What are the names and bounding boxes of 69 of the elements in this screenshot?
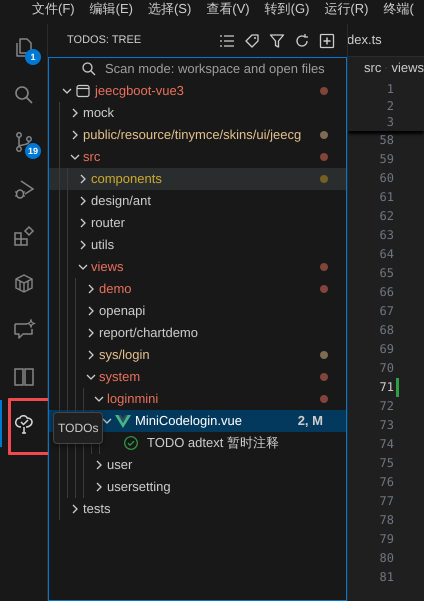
menu-item[interactable]: 选择(S) xyxy=(148,0,192,18)
vue-icon xyxy=(115,414,131,428)
line-number: 75 xyxy=(378,455,394,472)
tag-icon[interactable] xyxy=(244,32,260,48)
line-number: 72 xyxy=(378,398,394,415)
tree-item[interactable]: utils xyxy=(49,234,346,256)
scan-mode-text: Scan mode: workspace and open files xyxy=(105,60,325,78)
menu-item[interactable]: 编辑(E) xyxy=(90,0,133,18)
tree-item[interactable]: system xyxy=(49,366,346,388)
tree-item[interactable]: user xyxy=(49,454,346,476)
line-number: 81 xyxy=(378,569,394,586)
line-number: 76 xyxy=(378,474,394,491)
tree-item[interactable]: report/chartdemo xyxy=(49,322,346,344)
line-number: 66 xyxy=(378,284,394,301)
extensions-icon[interactable] xyxy=(12,224,36,248)
menu-item[interactable]: 查看(V) xyxy=(206,0,250,18)
window-icon xyxy=(75,83,91,99)
tree-item[interactable]: design/ant xyxy=(49,190,346,212)
tree-item[interactable]: public/resource/tinymce/skins/ui/jeecg xyxy=(49,124,346,146)
tree-item[interactable]: jeecgboot-vue3 xyxy=(49,80,346,102)
line-number: 63 xyxy=(378,227,394,244)
breadcrumb-item[interactable]: src xyxy=(364,58,382,78)
line-number: 79 xyxy=(378,531,394,548)
tree-item[interactable]: mock xyxy=(49,102,346,124)
tooltip: TODOs xyxy=(53,412,104,444)
line-number: 73 xyxy=(378,417,394,434)
tree-item[interactable]: components xyxy=(49,168,346,190)
menu-item[interactable]: 转到(G) xyxy=(264,0,310,18)
menu-item[interactable]: 运行(R) xyxy=(324,0,368,18)
line-number: 58 xyxy=(378,132,394,149)
line-number: 68 xyxy=(378,322,394,339)
line-number: 70 xyxy=(378,360,394,377)
line-number: 60 xyxy=(378,170,394,187)
tree-item[interactable]: tests xyxy=(49,498,346,520)
tree-item[interactable]: demo xyxy=(49,278,346,300)
line-number: 62 xyxy=(378,208,394,225)
tree-item[interactable]: usersetting xyxy=(49,476,346,498)
line-number: 77 xyxy=(378,493,394,510)
menu-item[interactable]: 文件(F) xyxy=(32,0,75,18)
line-number: 71 xyxy=(378,379,394,396)
check-circle-icon xyxy=(123,435,139,451)
line-number: 67 xyxy=(378,303,394,320)
line-number: 59 xyxy=(378,151,394,168)
line-number: 65 xyxy=(378,265,394,282)
search-icon xyxy=(81,61,97,77)
line-number: 2 xyxy=(386,98,394,115)
tree-item[interactable]: sys/login xyxy=(49,344,346,366)
tree-item[interactable]: openapi xyxy=(49,300,346,322)
line-number: 80 xyxy=(378,550,394,567)
add-icon[interactable] xyxy=(319,32,335,48)
tree-item[interactable]: views xyxy=(49,256,346,278)
line-number: 69 xyxy=(378,341,394,358)
panel-title: TODOS: TREE xyxy=(67,33,142,48)
refresh-icon[interactable] xyxy=(294,32,310,48)
list-icon[interactable] xyxy=(219,32,235,48)
menu-item[interactable]: 终端( xyxy=(383,0,414,18)
status-label: 2, M xyxy=(298,412,323,430)
line-number: 1 xyxy=(386,81,394,98)
count-badge: 1 xyxy=(25,49,41,65)
count-badge: 19 xyxy=(25,143,42,159)
breadcrumb-item[interactable]: views xyxy=(391,58,424,78)
line-number: 74 xyxy=(378,436,394,453)
line-number: 78 xyxy=(378,512,394,529)
line-number: 64 xyxy=(378,246,394,263)
tree-item[interactable]: router xyxy=(49,212,346,234)
line-number: 3 xyxy=(386,114,394,132)
chat-sparkle-icon[interactable] xyxy=(12,318,36,342)
line-number: 61 xyxy=(378,189,394,206)
filter-icon[interactable] xyxy=(269,32,285,48)
